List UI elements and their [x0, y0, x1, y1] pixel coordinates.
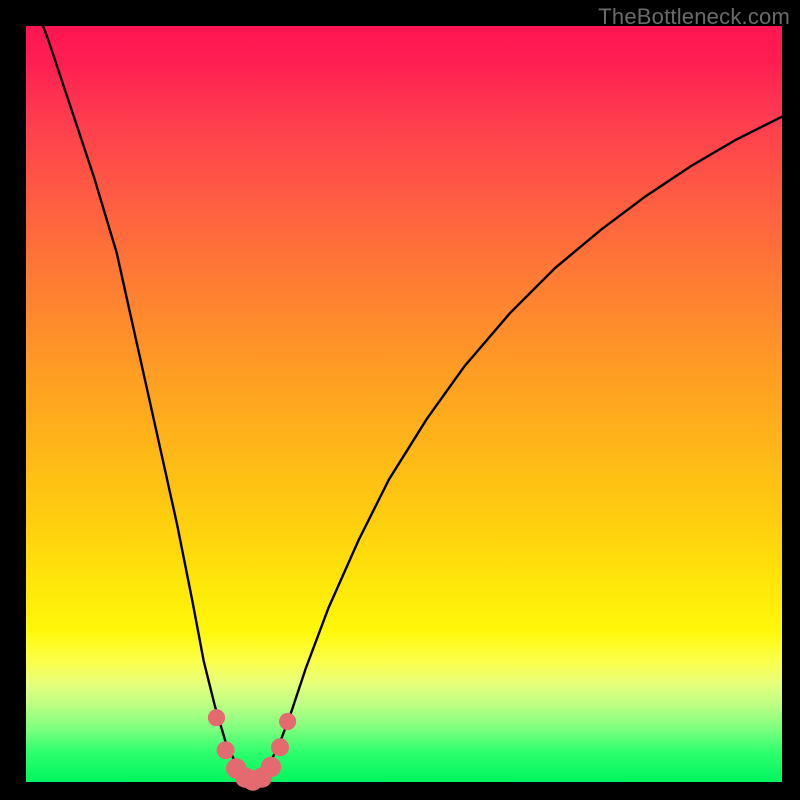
highlight-dot [279, 713, 296, 730]
highlight-dot [271, 738, 289, 756]
highlight-dot [217, 741, 235, 759]
highlight-dots [208, 709, 296, 791]
highlight-dot [261, 757, 281, 777]
highlight-dot [208, 709, 225, 726]
chart-svg [0, 0, 800, 800]
bottleneck-curve [26, 0, 782, 782]
chart-frame: TheBottleneck.com [0, 0, 800, 800]
